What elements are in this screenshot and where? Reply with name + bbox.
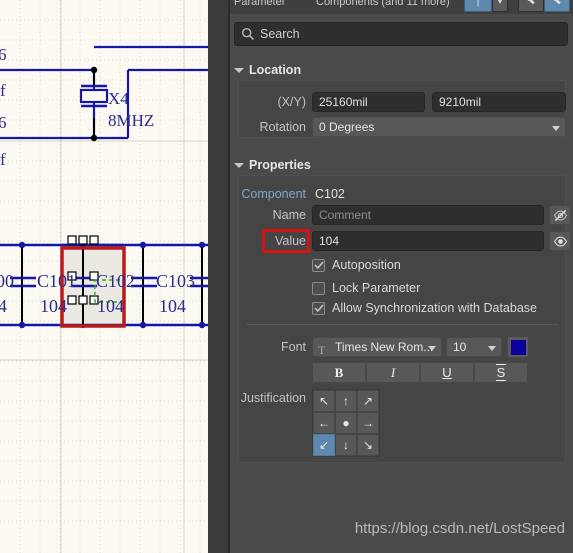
cap-value-c101: 104 [40, 296, 67, 316]
chevron-down-icon [552, 126, 560, 131]
location-section-title: Location [249, 63, 302, 77]
justify-bottom-left[interactable]: ↙ [313, 434, 335, 456]
location-section-header[interactable]: Location [234, 63, 301, 77]
search-icon [241, 27, 254, 40]
justify-top-center[interactable]: ↑ [335, 390, 357, 412]
lock-parameter-checkbox-row[interactable]: Lock Parameter [312, 281, 420, 295]
cap-designator-c100: 00 [0, 271, 14, 291]
italic-button[interactable]: I [366, 362, 420, 383]
allow-sync-label: Allow Synchronization with Database [332, 301, 537, 315]
justification-label: Justification [240, 391, 306, 405]
justify-middle-center[interactable]: ● [335, 412, 357, 434]
lock-parameter-checkbox[interactable] [312, 281, 325, 295]
cap-value-c102: 104 [97, 296, 124, 316]
header-filter-dropdown-button[interactable]: ▾ [492, 0, 508, 12]
y-coordinate-input[interactable] [432, 92, 566, 112]
cap-designator-c102: C102 [96, 271, 135, 291]
header-select-tool-button[interactable]: ⬉ [518, 0, 544, 12]
rotation-select[interactable]: 0 Degrees [312, 117, 566, 137]
font-family-select[interactable]: T Times New Rom... [312, 337, 442, 357]
check-icon [313, 304, 324, 313]
chevron-down-icon [488, 346, 496, 351]
autoposition-label: Autoposition [332, 258, 401, 272]
allow-sync-checkbox-row[interactable]: Allow Synchronization with Database [312, 301, 537, 315]
justify-top-right[interactable]: ↗ [357, 390, 379, 412]
rotation-selected-value: 0 Degrees [319, 120, 375, 134]
canvas-scroll-gutter[interactable] [208, 0, 430, 553]
color-swatch-fill [510, 339, 526, 355]
justification-grid: ↖ ↑ ↗ ← ● → ↙ ↓ ↘ [312, 389, 380, 457]
name-visibility-toggle-button[interactable] [549, 205, 571, 225]
tab-components[interactable]: Components (and 11 more) [316, 0, 450, 8]
underline-button[interactable]: U [420, 362, 474, 383]
header-filter-button[interactable]: | [464, 0, 492, 12]
lock-parameter-label: Lock Parameter [332, 281, 421, 295]
search-input[interactable] [260, 27, 561, 41]
tab-parameter[interactable]: Parameter [234, 0, 285, 8]
collapse-triangle-icon [234, 68, 244, 73]
cap-value-c103: 104 [159, 296, 186, 316]
crystal-designator-label: X4 [108, 89, 129, 108]
justify-bottom-right[interactable]: ↘ [357, 434, 379, 456]
clipped-label-3: 6 [0, 113, 7, 132]
chevron-down-icon [428, 346, 436, 351]
value-input[interactable] [312, 231, 544, 251]
font-family-value: Times New Rom... [335, 340, 434, 354]
cap-value-c100: 4 [0, 296, 7, 316]
clipped-label-4: f [0, 150, 6, 169]
schematic-canvas[interactable]: X4 8MHZ 6 f 6 f 00 4 C101 104 C102 104 C… [0, 0, 208, 553]
value-visibility-toggle-button[interactable] [549, 231, 571, 251]
crystal-symbol-x4 [79, 84, 109, 108]
autoposition-checkbox[interactable] [312, 258, 325, 272]
search-box[interactable] [234, 22, 568, 46]
autoposition-checkbox-row[interactable]: Autoposition [312, 258, 401, 272]
allow-sync-checkbox[interactable] [312, 301, 325, 315]
rotation-label: Rotation [259, 120, 306, 134]
properties-section-header[interactable]: Properties [234, 158, 311, 172]
clipped-label-2: f [0, 81, 6, 100]
eye-icon [553, 235, 567, 247]
component-value: C102 [315, 187, 345, 201]
properties-section-title: Properties [249, 158, 311, 172]
xy-label: (X/Y) [277, 95, 306, 109]
crystal-value-label: 8MHZ [108, 111, 154, 130]
font-size-select[interactable]: 10 [446, 337, 502, 357]
font-color-swatch-button[interactable] [507, 336, 529, 358]
justify-middle-right[interactable]: → [357, 412, 379, 434]
strikethrough-button[interactable]: S [474, 362, 528, 383]
value-label: Value [274, 234, 306, 248]
schematic-drawing: X4 8MHZ 6 f 6 f 00 4 C101 104 C102 104 C… [0, 0, 208, 553]
watermark-text: https://blog.csdn.net/LostSpeed [354, 520, 565, 537]
justify-middle-left[interactable]: ← [313, 412, 335, 434]
panel-header: Parameter Components (and 11 more) | ▾ ⬉… [230, 0, 573, 14]
properties-divider [246, 324, 558, 325]
strikethrough-label: S [495, 364, 507, 381]
name-input[interactable] [312, 205, 544, 225]
component-label: Component [241, 187, 306, 201]
check-icon [313, 261, 324, 270]
text-format-icon: T [318, 343, 326, 357]
header-pointer-tool-button[interactable]: ⬉ [544, 0, 570, 12]
x-coordinate-input[interactable] [312, 92, 425, 112]
bold-button[interactable]: B [312, 362, 366, 383]
clipped-label-1: 6 [0, 45, 7, 64]
justify-top-left[interactable]: ↖ [313, 390, 335, 412]
properties-panel: Parameter Components (and 11 more) | ▾ ⬉… [230, 0, 573, 553]
cap-designator-c103: C103 [156, 271, 195, 291]
app-root: X4 8MHZ 6 f 6 f 00 4 C101 104 C102 104 C… [0, 0, 573, 553]
collapse-triangle-icon [234, 163, 244, 168]
justify-bottom-center[interactable]: ↓ [335, 434, 357, 456]
cap-designator-c101: C101 [37, 271, 76, 291]
name-label: Name [272, 208, 306, 222]
font-size-value: 10 [453, 340, 467, 354]
font-label: Font [280, 340, 306, 354]
eye-slash-icon [553, 209, 567, 221]
